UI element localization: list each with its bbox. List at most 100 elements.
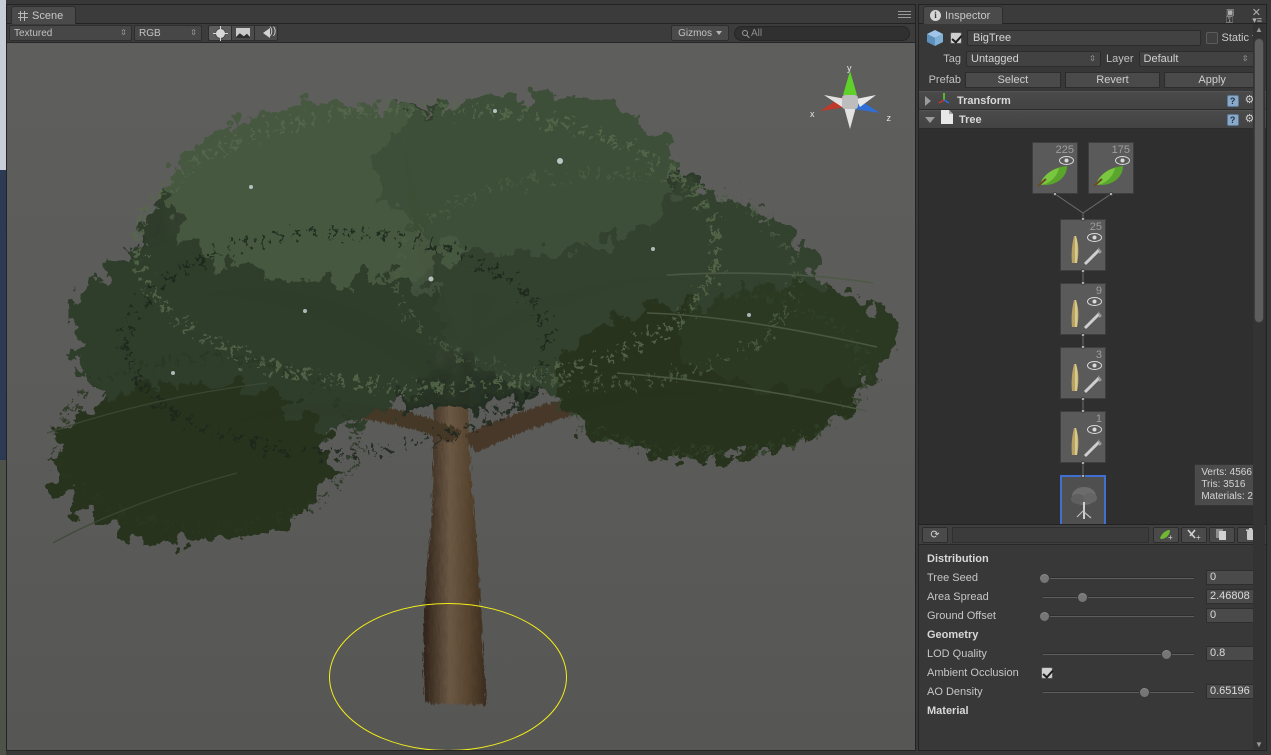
slider-knob[interactable] <box>1077 592 1088 603</box>
prefab-apply-button[interactable]: Apply <box>1164 72 1260 88</box>
layer-value: Default <box>1144 53 1179 65</box>
panel-menu-icon[interactable] <box>898 11 911 20</box>
node-count-branch-3: 3 <box>1096 349 1102 361</box>
slider-knob[interactable] <box>1161 649 1172 660</box>
scene-toolbar: Textured ⇳ RGB ⇳ Gizmos <box>7 24 915 43</box>
prefab-select-button[interactable]: Select <box>965 72 1061 88</box>
inspector-tabbar: i Inspector ▣ ✕ ⚿ ▾≡ <box>919 5 1266 24</box>
property-row-ao-density: AO Density 0.65196 <box>919 682 1266 701</box>
scrollbar-thumb[interactable] <box>1254 38 1264 323</box>
node-port-bottom[interactable] <box>1109 192 1113 196</box>
render-mode-dropdown[interactable]: RGB ⇳ <box>134 25 202 41</box>
scroll-up-arrow-icon[interactable]: ▲ <box>1255 25 1263 34</box>
slider-lod-quality[interactable] <box>1039 647 1198 661</box>
help-icon[interactable]: ? <box>1227 114 1239 126</box>
checkbox-ambient-occlusion[interactable] <box>1041 667 1053 679</box>
tree-node-branch-2[interactable]: 9 <box>1060 283 1106 335</box>
sun-icon <box>216 29 225 38</box>
node-port-bottom[interactable] <box>1053 192 1057 196</box>
axis-gizmo-svg <box>810 65 890 135</box>
static-toggle[interactable]: Static <box>1206 32 1260 44</box>
tree-node-leaf-b[interactable]: 175 <box>1088 142 1134 194</box>
tab-scene[interactable]: Scene <box>11 6 76 24</box>
node-port-top[interactable] <box>1081 474 1085 478</box>
section-title-geometry: Geometry <box>919 625 1266 644</box>
lighting-toggle-button[interactable] <box>208 25 232 41</box>
tree-node-root[interactable] <box>1060 475 1106 525</box>
node-port-top[interactable] <box>1081 409 1085 413</box>
branch-icon <box>1065 298 1103 330</box>
layer-dropdown[interactable]: Default ⇳ <box>1139 51 1254 67</box>
object-enabled-checkbox[interactable] <box>950 32 962 44</box>
chevron-down-icon[interactable] <box>925 117 935 123</box>
node-port-bottom[interactable] <box>1081 397 1085 401</box>
slider-knob[interactable] <box>1139 687 1150 698</box>
slider-area-spread[interactable] <box>1039 590 1198 604</box>
label-ambient-occlusion: Ambient Occlusion <box>927 667 1039 679</box>
chevron-down-icon <box>716 31 722 35</box>
draw-mode-dropdown[interactable]: Textured ⇳ <box>9 25 132 41</box>
label-ao-density: AO Density <box>927 686 1039 698</box>
grid-icon <box>18 11 28 21</box>
slider-tree-seed[interactable] <box>1039 571 1198 585</box>
tag-layer-row: Tag Untagged ⇳ Layer Default ⇳ <box>925 50 1260 68</box>
node-port-top[interactable] <box>1081 345 1085 349</box>
tree-node-leaf-a[interactable]: 225 <box>1032 142 1078 194</box>
object-name-input[interactable]: BigTree <box>967 30 1201 46</box>
scroll-down-arrow-icon[interactable]: ▼ <box>1255 740 1263 749</box>
node-port-top[interactable] <box>1081 281 1085 285</box>
section-title-distribution: Distribution <box>919 549 1266 568</box>
tree-graph-toolbar: ⟳ + + <box>919 525 1266 545</box>
scene-search-input[interactable]: All <box>734 26 910 41</box>
scene-tabbar: Scene <box>7 5 915 24</box>
tree-thumbnail-icon <box>1066 482 1102 522</box>
scene-viewport[interactable]: y x z <box>7 43 915 750</box>
value-lod-quality[interactable]: 0.8 <box>1206 646 1258 661</box>
node-port-bottom[interactable] <box>1081 269 1085 273</box>
tag-label: Tag <box>925 53 961 65</box>
tab-scene-label: Scene <box>32 10 63 22</box>
static-checkbox[interactable] <box>1206 32 1218 44</box>
tree-node-branch-4[interactable]: 1 <box>1060 411 1106 463</box>
stat-materials: Materials: 2 <box>1201 491 1253 503</box>
skybox-toggle-button[interactable] <box>231 25 255 41</box>
slider-track <box>1043 577 1194 579</box>
graph-toolbar-spacer <box>952 527 1149 543</box>
duplicate-icon[interactable] <box>1209 527 1235 543</box>
search-icon <box>742 30 748 36</box>
prefab-revert-button[interactable]: Revert <box>1065 72 1161 88</box>
value-tree-seed[interactable]: 0 <box>1206 570 1258 585</box>
inspector-scrollbar[interactable]: ▲ ▼ <box>1253 24 1265 750</box>
tag-value: Untagged <box>971 53 1019 65</box>
component-header-tree[interactable]: Tree ? ⚙▾ <box>919 110 1266 129</box>
chevron-right-icon[interactable] <box>925 96 931 106</box>
tree-node-branch-1[interactable]: 25 <box>1060 219 1106 271</box>
tree-node-branch-3[interactable]: 3 <box>1060 347 1106 399</box>
slider-ao-density[interactable] <box>1039 685 1198 699</box>
scene-axis-gizmo[interactable]: y x z <box>810 65 890 135</box>
value-ao-density[interactable]: 0.65196 <box>1206 684 1258 699</box>
axis-label-y: y <box>847 63 852 73</box>
node-port-bottom[interactable] <box>1081 461 1085 465</box>
node-port-top[interactable] <box>1081 217 1085 221</box>
value-ground-offset[interactable]: 0 <box>1206 608 1258 623</box>
slider-ground-offset[interactable] <box>1039 609 1198 623</box>
slider-track <box>1043 691 1194 693</box>
gizmos-dropdown[interactable]: Gizmos <box>671 25 729 41</box>
slider-knob[interactable] <box>1039 573 1050 584</box>
tab-inspector[interactable]: i Inspector <box>923 6 1003 24</box>
add-branch-icon[interactable]: + <box>1181 527 1207 543</box>
value-area-spread[interactable]: 2.46808 <box>1206 589 1258 604</box>
layer-label: Layer <box>1106 53 1134 65</box>
help-icon[interactable]: ? <box>1227 95 1239 107</box>
audio-toggle-button[interactable] <box>254 25 278 41</box>
node-port-bottom[interactable] <box>1081 333 1085 337</box>
component-header-transform[interactable]: Transform ? ⚙▾ <box>919 91 1266 110</box>
slider-knob[interactable] <box>1039 611 1050 622</box>
script-page-icon <box>941 110 953 129</box>
tag-dropdown[interactable]: Untagged ⇳ <box>966 51 1101 67</box>
add-leaf-icon[interactable]: + <box>1153 527 1179 543</box>
property-row-ground-offset: Ground Offset 0 <box>919 606 1266 625</box>
refresh-icon[interactable]: ⟳ <box>922 527 948 543</box>
tree-node-graph[interactable]: 225 175 <box>919 129 1266 525</box>
